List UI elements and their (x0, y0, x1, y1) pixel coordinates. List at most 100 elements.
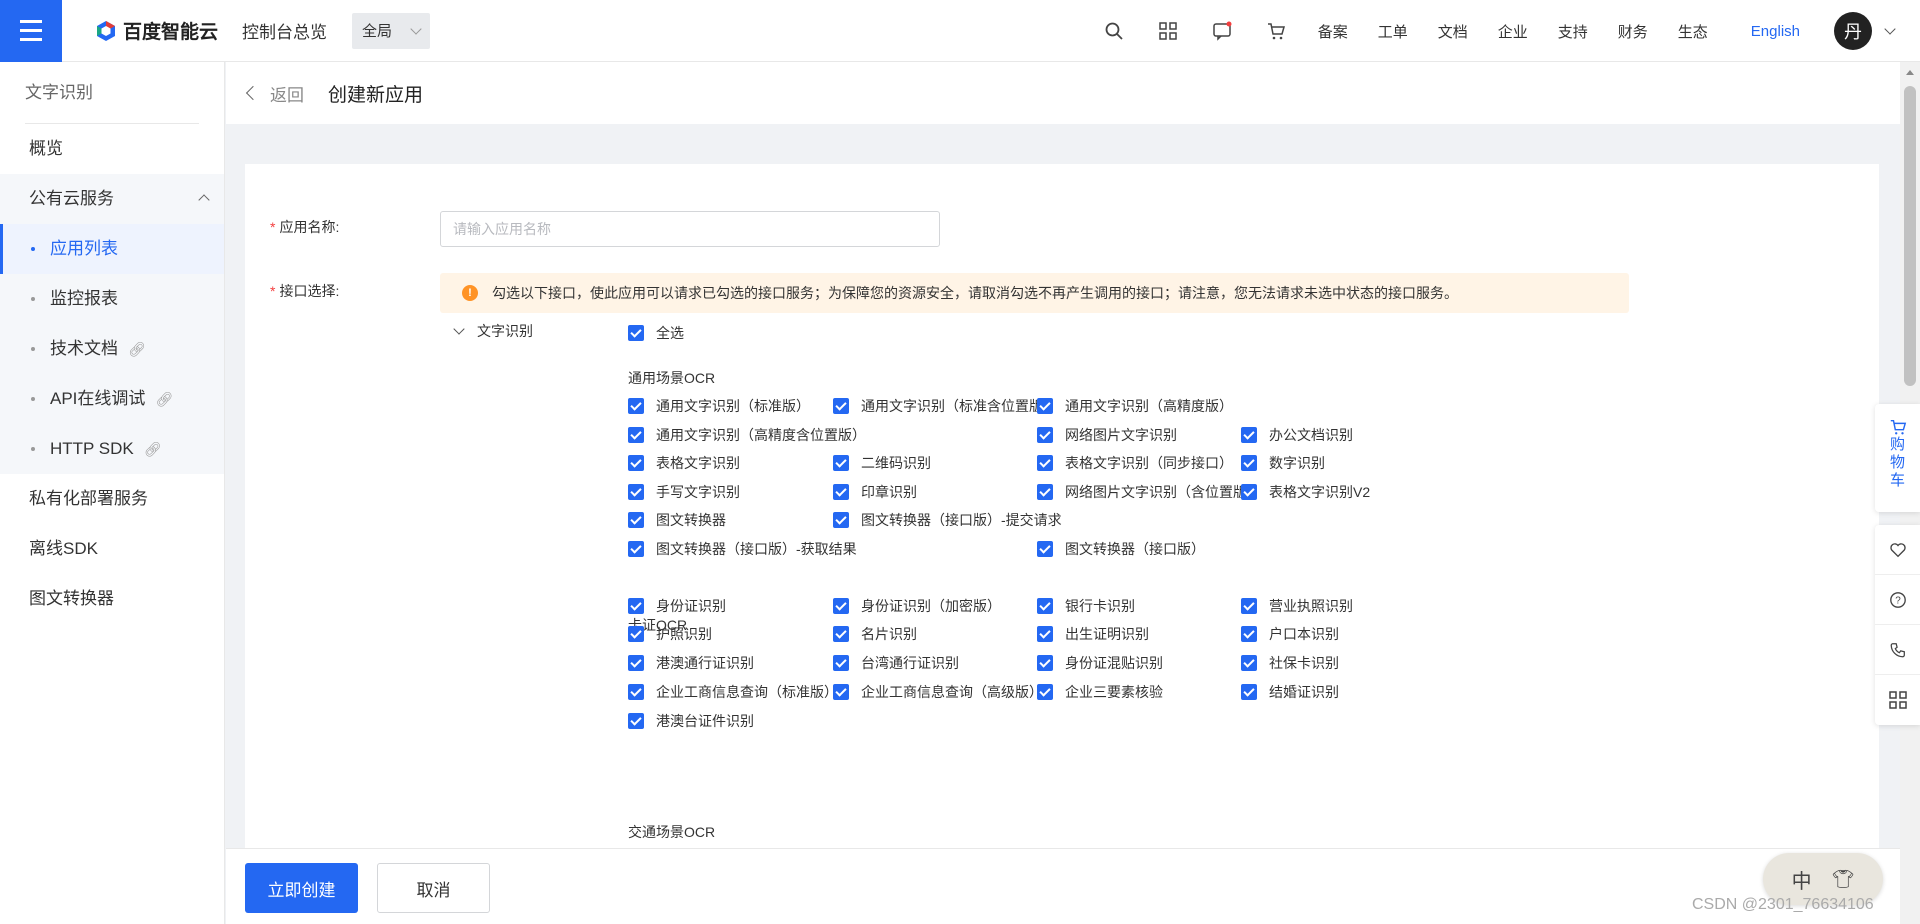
svg-text:?: ? (1895, 595, 1901, 606)
checkbox-label: 台湾通行证识别 (861, 655, 959, 671)
api-checkbox-card[interactable]: 港澳通行证识别 (628, 653, 754, 673)
sidebar-item-api-debug[interactable]: API在线调试 🔗︎ (0, 374, 224, 424)
chevron-down-icon[interactable] (1884, 23, 1896, 35)
select-all-checkbox[interactable]: 全选 (628, 323, 684, 343)
nav-enterprise[interactable]: 企业 (1498, 21, 1528, 42)
region-scope-select[interactable]: 全局 (352, 12, 431, 49)
api-checkbox-card[interactable]: 户口本识别 (1241, 624, 1339, 644)
sidebar-item-private-deploy[interactable]: 私有化部署服务 (0, 474, 224, 524)
api-checkbox-general[interactable]: 表格文字识别（同步接口） (1037, 453, 1233, 473)
checkbox-checked-icon (628, 684, 644, 700)
apps-grid-icon[interactable] (1875, 675, 1920, 725)
checkbox-label: 护照识别 (656, 626, 712, 642)
nav-docs[interactable]: 文档 (1438, 21, 1468, 42)
sidebar-item-label: HTTP SDK (50, 439, 134, 458)
api-checkbox-card[interactable]: 护照识别 (628, 624, 712, 644)
phone-icon[interactable] (1875, 625, 1920, 675)
nav-ticket[interactable]: 工单 (1378, 21, 1408, 42)
api-checkbox-card[interactable]: 企业三要素核验 (1037, 682, 1163, 702)
nav-filing[interactable]: 备案 (1318, 21, 1348, 42)
sidebar-group-public-cloud: 公有云服务 应用列表 监控报表 技术文档 🔗︎ API在线调试 🔗︎ HTTP SD… (0, 174, 224, 474)
brand-logo[interactable]: 百度智能云 (95, 17, 218, 44)
cart-label-3: 车 (1889, 472, 1905, 489)
sidebar-item-http-sdk[interactable]: HTTP SDK 🔗︎ (0, 424, 224, 474)
api-checkbox-card[interactable]: 社保卡识别 (1241, 653, 1339, 673)
api-checkbox-general[interactable]: 通用文字识别（标准版） (628, 396, 810, 416)
chevron-down-icon (453, 323, 465, 335)
checkbox-checked-icon (833, 598, 849, 614)
floating-cart-button[interactable]: 购 物 车 (1875, 404, 1920, 512)
nav-finance[interactable]: 财务 (1618, 21, 1648, 42)
favorite-icon[interactable] (1875, 525, 1920, 575)
checkbox-label: 出生证明识别 (1065, 626, 1149, 642)
scrollbar-thumb[interactable] (1904, 86, 1916, 386)
api-checkbox-card[interactable]: 港澳台证件识别 (628, 711, 754, 731)
console-overview-link[interactable]: 控制台总览 (242, 18, 327, 43)
warning-icon: ! (462, 285, 478, 301)
app-name-input[interactable] (440, 211, 940, 247)
api-checkbox-general[interactable]: 通用文字识别（高精度含位置版） (628, 425, 866, 445)
sidebar-item-overview[interactable]: 概览 (0, 124, 224, 174)
api-checkbox-general[interactable]: 印章识别 (833, 482, 917, 502)
api-checkbox-general[interactable]: 通用文字识别（高精度版） (1037, 396, 1233, 416)
cart-icon[interactable] (1266, 21, 1286, 41)
api-checkbox-card[interactable]: 身份证识别 (628, 596, 726, 616)
api-checkbox-general[interactable]: 图文转换器（接口版） (1037, 539, 1205, 559)
user-avatar[interactable]: 丹 (1834, 12, 1872, 50)
sidebar-group-header[interactable]: 公有云服务 (0, 174, 224, 224)
api-checkbox-general[interactable]: 表格文字识别 (628, 453, 740, 473)
sidebar-item-label: API在线调试 (50, 389, 146, 408)
api-checkbox-general[interactable]: 手写文字识别 (628, 482, 740, 502)
api-checkbox-card[interactable]: 企业工商信息查询（高级版） (833, 682, 1043, 702)
api-checkbox-general[interactable]: 图文转换器 (628, 510, 726, 530)
nav-ecosystem[interactable]: 生态 (1678, 21, 1708, 42)
language-switch[interactable]: English (1751, 23, 1800, 40)
sidebar-item-offline-sdk[interactable]: 离线SDK (0, 524, 224, 574)
sidebar-item-app-list[interactable]: 应用列表 (0, 224, 224, 274)
api-checkbox-general[interactable]: 图文转换器（接口版）-获取结果 (628, 539, 857, 559)
api-checkbox-card[interactable]: 身份证识别（加密版） (833, 596, 1001, 616)
api-checkbox-card[interactable]: 出生证明识别 (1037, 624, 1149, 644)
api-checkbox-general[interactable]: 网络图片文字识别 (1037, 425, 1177, 445)
menu-icon[interactable] (0, 0, 62, 62)
back-link[interactable]: 返回 (270, 81, 304, 106)
checkbox-label: 网络图片文字识别（含位置版） (1065, 484, 1261, 500)
checkbox-checked-icon (1241, 626, 1257, 642)
api-checkbox-card[interactable]: 银行卡识别 (1037, 596, 1135, 616)
api-checkbox-card[interactable]: 名片识别 (833, 624, 917, 644)
api-checkbox-general[interactable]: 数字识别 (1241, 453, 1325, 473)
search-icon[interactable] (1104, 21, 1124, 41)
grid-apps-icon[interactable] (1158, 21, 1178, 41)
back-arrow-icon[interactable] (245, 85, 261, 101)
api-checkbox-card[interactable]: 身份证混贴识别 (1037, 653, 1163, 673)
sidebar-item-doc-converter[interactable]: 图文转换器 (0, 574, 224, 624)
section-traffic-ocr: 交通场景OCR (628, 824, 716, 840)
create-button[interactable]: 立即创建 (245, 863, 358, 913)
checkbox-checked-icon (1241, 484, 1257, 500)
api-checkbox-general[interactable]: 表格文字识别V2 (1241, 482, 1370, 502)
checkbox-label: 图文转换器 (656, 512, 726, 528)
api-checkbox-general[interactable]: 通用文字识别（标准含位置版） (833, 396, 1057, 416)
api-checkbox-general[interactable]: 二维码识别 (833, 453, 931, 473)
cart-icon (1890, 419, 1906, 435)
sidebar-item-tech-docs[interactable]: 技术文档 🔗︎ (0, 324, 224, 374)
api-checkbox-general[interactable]: 办公文档识别 (1241, 425, 1353, 445)
api-checkbox-card[interactable]: 台湾通行证识别 (833, 653, 959, 673)
checkbox-checked-icon (833, 398, 849, 414)
api-group-toggle[interactable]: 文字识别 (453, 321, 533, 341)
help-icon[interactable]: ? (1875, 575, 1920, 625)
message-icon[interactable] (1212, 21, 1232, 41)
api-checkbox-general[interactable]: 网络图片文字识别（含位置版） (1037, 482, 1261, 502)
scroll-up-arrow[interactable] (1906, 70, 1914, 75)
api-checkbox-general[interactable]: 图文转换器（接口版）-提交请求 (833, 510, 1062, 530)
checkbox-label: 银行卡识别 (1065, 598, 1135, 614)
sidebar-item-monitor[interactable]: 监控报表 (0, 274, 224, 324)
api-checkbox-card[interactable]: 企业工商信息查询（标准版） (628, 682, 838, 702)
api-checkbox-card[interactable]: 结婚证识别 (1241, 682, 1339, 702)
nav-support[interactable]: 支持 (1558, 21, 1588, 42)
cancel-button[interactable]: 取消 (377, 863, 490, 913)
api-checkbox-card[interactable]: 营业执照识别 (1241, 596, 1353, 616)
sidebar-title: 文字识别 (25, 83, 93, 102)
checkbox-checked-icon (1037, 484, 1053, 500)
checkbox-checked-icon (1241, 598, 1257, 614)
